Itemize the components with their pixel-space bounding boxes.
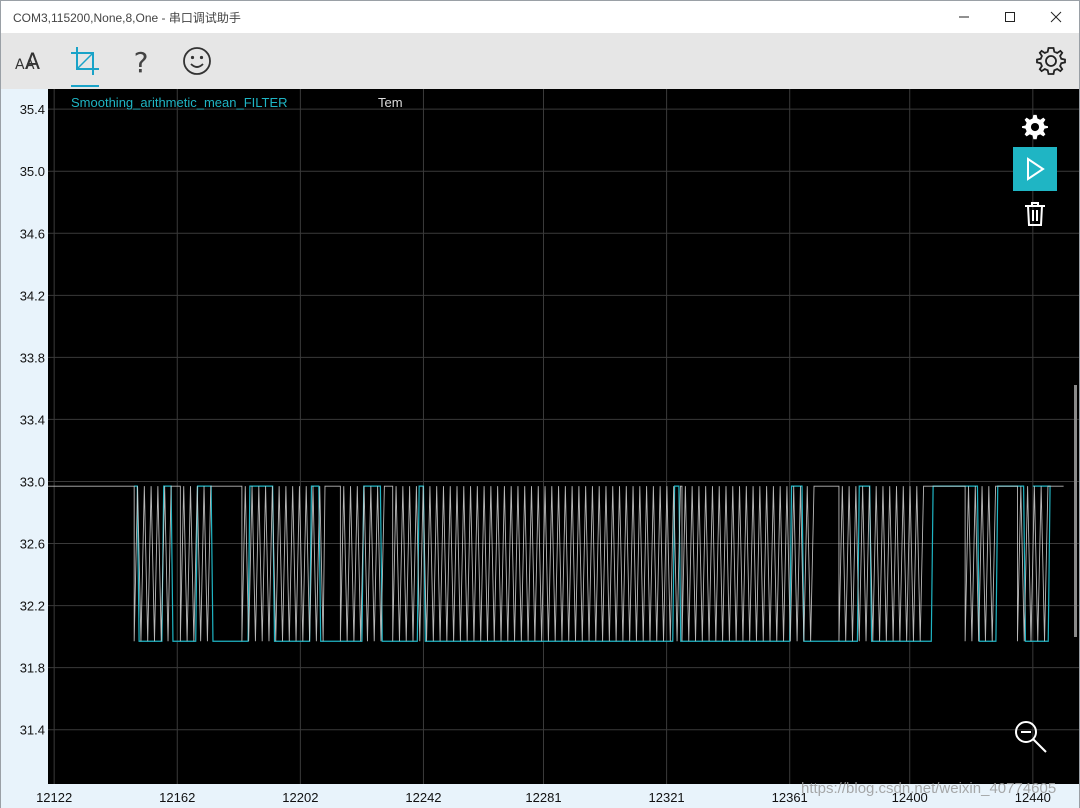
gear-icon (1022, 114, 1048, 140)
svg-text:A: A (25, 50, 40, 75)
y-tick-label: 33.4 (20, 412, 45, 427)
minimize-icon (959, 16, 969, 18)
toolbar: AA A ? (1, 33, 1079, 89)
x-tick-label: 12122 (36, 790, 72, 805)
y-tick-label: 34.6 (20, 226, 45, 241)
clear-button[interactable] (1013, 197, 1057, 231)
app-window: COM3,115200,None,8,One - 串口调试助手 AA A ? 3… (0, 0, 1080, 808)
legend-entry-filtered: Smoothing_arithmetic_mean_FILTER (71, 95, 288, 110)
scrollbar-thumb[interactable] (1074, 385, 1077, 637)
smiley-icon (183, 47, 211, 75)
font-size-icon: AA A (15, 50, 40, 75)
x-tick-label: 12242 (405, 790, 441, 805)
x-tick-label: 12281 (525, 790, 561, 805)
y-tick-label: 31.8 (20, 661, 45, 676)
zoom-out-icon (1015, 721, 1047, 753)
help-icon: ? (134, 46, 149, 77)
y-tick-label: 35.4 (20, 102, 45, 117)
chart-area: 35.4 35.0 34.6 34.2 33.8 33.4 33.0 32.6 32.2 31.8… (1, 89, 1079, 808)
settings-button[interactable] (1031, 41, 1071, 81)
chart-settings-button[interactable] (1013, 109, 1057, 145)
title-bar: COM3,115200,None,8,One - 串口调试助手 (1, 1, 1079, 33)
x-tick-label: 12162 (159, 790, 195, 805)
trash-icon (1025, 202, 1045, 226)
gear-icon (1036, 47, 1066, 75)
zoom-out-button[interactable] (1009, 715, 1053, 759)
crop-button[interactable] (65, 41, 105, 87)
watermark-text: https://blog.csdn.net/weixin_40774605 (801, 780, 1057, 797)
y-tick-label: 32.2 (20, 599, 45, 614)
window-title: COM3,115200,None,8,One - 串口调试助手 (13, 11, 241, 25)
y-tick-label: 34.2 (20, 288, 45, 303)
close-icon (1050, 11, 1062, 23)
close-button[interactable] (1033, 1, 1079, 33)
help-button[interactable]: ? (121, 41, 161, 81)
crop-icon (71, 47, 99, 75)
y-tick-label: 31.4 (20, 723, 45, 738)
plot-background (48, 89, 1079, 784)
play-icon (1027, 157, 1045, 181)
svg-text:?: ? (134, 46, 149, 77)
y-tick-label: 33.0 (20, 474, 45, 489)
font-size-button[interactable]: AA A (9, 41, 49, 81)
y-tick-label: 33.8 (20, 350, 45, 365)
line-chart[interactable]: 35.4 35.0 34.6 34.2 33.8 33.4 33.0 32.6 32.2 31.8… (1, 89, 1079, 808)
minimize-button[interactable] (941, 1, 987, 33)
feedback-button[interactable] (177, 41, 217, 81)
y-tick-label: 35.0 (20, 164, 45, 179)
maximize-icon (1005, 12, 1015, 22)
maximize-button[interactable] (987, 1, 1033, 33)
x-tick-label: 12202 (282, 790, 318, 805)
play-button[interactable] (1013, 147, 1057, 191)
y-tick-label: 32.6 (20, 537, 45, 552)
x-tick-label: 12321 (649, 790, 685, 805)
legend-entry-raw: Tem (378, 95, 403, 110)
